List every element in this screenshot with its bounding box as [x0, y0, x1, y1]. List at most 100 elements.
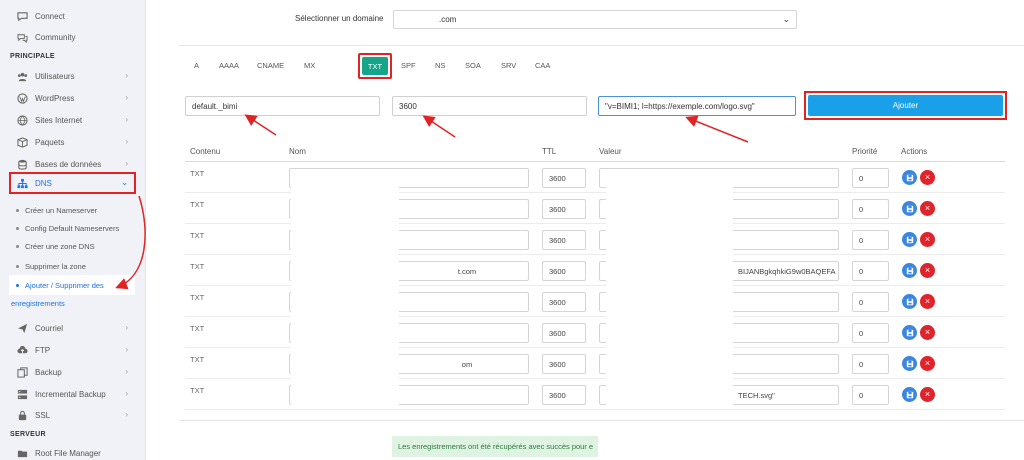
delete-icon[interactable]: × — [920, 263, 935, 278]
delete-icon[interactable]: × — [920, 294, 935, 309]
tab-ns[interactable]: NS — [435, 61, 445, 70]
sub-label: Ajouter / Supprimer des — [25, 281, 104, 290]
tab-srv[interactable]: SRV — [501, 61, 516, 70]
sidebar-item-ftp[interactable]: FTP › — [0, 341, 146, 359]
record-ttl-field[interactable]: 3600 — [542, 168, 586, 188]
tab-spf[interactable]: SPF — [401, 61, 416, 70]
sidebar-item-courriel[interactable]: Courriel › — [0, 319, 146, 337]
sidebar-item-connect[interactable]: Connect — [0, 7, 146, 25]
sidebar-item-label: Connect — [35, 11, 65, 21]
main-content: Sélectionner un domaine .com ⌄ A AAAA CN… — [147, 0, 1024, 460]
chevron-right-icon: › — [125, 93, 128, 102]
record-priority-field[interactable]: 0 — [852, 385, 889, 405]
sidebar-item-dns[interactable]: DNS ⌄ — [0, 174, 146, 192]
record-priority-field[interactable]: 0 — [852, 261, 889, 281]
sidebar-item-ssl[interactable]: SSL › — [0, 406, 146, 424]
sidebar-sub-create-nameserver[interactable]: Créer un Nameserver — [16, 206, 97, 215]
sidebar-item-databases[interactable]: Bases de données › — [0, 155, 146, 173]
chevron-right-icon: › — [125, 410, 128, 419]
record-ttl-field[interactable]: 3600 — [542, 292, 586, 312]
chevron-right-icon: › — [125, 389, 128, 398]
sidebar-item-label: DNS — [35, 178, 52, 188]
save-icon[interactable] — [902, 232, 917, 247]
save-icon[interactable] — [902, 356, 917, 371]
bullet-icon — [16, 284, 19, 287]
record-ttl-input[interactable]: 3600 — [392, 96, 587, 116]
record-priority-field[interactable]: 0 — [852, 292, 889, 312]
tab-txt[interactable]: TXT — [358, 53, 392, 79]
tab-aaaa[interactable]: AAAA — [219, 61, 239, 70]
bullet-icon — [16, 245, 19, 248]
record-ttl-field[interactable]: 3600 — [542, 261, 586, 281]
tab-txt-label: TXT — [362, 57, 388, 75]
header-contenu: Contenu — [190, 147, 221, 156]
record-type: TXT — [190, 231, 205, 240]
save-icon[interactable] — [902, 294, 917, 309]
sidebar-item-label: Sites Internet — [35, 115, 83, 125]
sidebar-item-utilisateurs[interactable]: Utilisateurs › — [0, 67, 146, 85]
chevron-down-icon: ⌄ — [121, 178, 128, 187]
sidebar-item-root-file-manager[interactable]: Root File Manager — [0, 444, 146, 460]
record-value-input[interactable]: "v=BIMI1; l=https://exemple.com/logo.svg… — [598, 96, 796, 116]
sub-label: Supprimer la zone — [25, 262, 86, 271]
domain-select-label: Sélectionner un domaine — [295, 14, 384, 23]
sub-label: Créer une zone DNS — [25, 242, 95, 251]
wordpress-icon — [16, 92, 28, 104]
save-icon[interactable] — [902, 387, 917, 402]
tab-caa[interactable]: CAA — [535, 61, 550, 70]
sidebar-item-label: Backup — [35, 367, 62, 377]
section-serveur: SERVEUR — [10, 431, 46, 438]
divider — [179, 420, 1024, 421]
add-record-button[interactable]: Ajouter — [808, 95, 1003, 116]
sidebar-sub-delete-zone[interactable]: Supprimer la zone — [16, 262, 86, 271]
delete-icon[interactable]: × — [920, 232, 935, 247]
save-icon[interactable] — [902, 263, 917, 278]
delete-icon[interactable]: × — [920, 387, 935, 402]
sidebar-sub-create-zone[interactable]: Créer une zone DNS — [16, 242, 95, 251]
record-priority-field[interactable]: 0 — [852, 199, 889, 219]
database-icon — [16, 158, 28, 170]
sidebar-sub-manage-records-cont[interactable]: enregistrements — [11, 299, 65, 308]
record-priority-field[interactable]: 0 — [852, 230, 889, 250]
record-ttl-field[interactable]: 3600 — [542, 354, 586, 374]
sidebar: Connect Community PRINCIPALE Utilisateur… — [0, 0, 146, 460]
cloud-upload-icon — [16, 344, 28, 356]
sidebar-item-paquets[interactable]: Paquets › — [0, 133, 146, 151]
sidebar-sub-manage-records[interactable]: Ajouter / Supprimer des — [16, 281, 104, 290]
header-ttl: TTL — [542, 147, 557, 156]
save-icon[interactable] — [902, 201, 917, 216]
save-icon[interactable] — [902, 170, 917, 185]
delete-icon[interactable]: × — [920, 356, 935, 371]
record-ttl-field[interactable]: 3600 — [542, 385, 586, 405]
sidebar-item-backup[interactable]: Backup › — [0, 363, 146, 381]
sidebar-sub-default-nameservers[interactable]: Config Default Nameservers — [16, 224, 119, 233]
chat-icon — [16, 10, 28, 22]
sub-label: enregistrements — [11, 299, 65, 308]
sidebar-item-incremental-backup[interactable]: Incremental Backup › — [0, 385, 146, 403]
record-priority-field[interactable]: 0 — [852, 323, 889, 343]
domain-select[interactable]: .com ⌄ — [393, 10, 797, 29]
sidebar-item-label: Incremental Backup — [35, 389, 106, 399]
redaction-block — [606, 170, 733, 406]
record-priority-field[interactable]: 0 — [852, 168, 889, 188]
sidebar-item-sites[interactable]: Sites Internet › — [0, 111, 146, 129]
sidebar-item-community[interactable]: Community — [0, 28, 146, 46]
tab-mx[interactable]: MX — [304, 61, 315, 70]
tab-cname[interactable]: CNAME — [257, 61, 284, 70]
record-ttl-field[interactable]: 3600 — [542, 199, 586, 219]
save-icon[interactable] — [902, 325, 917, 340]
delete-icon[interactable]: × — [920, 325, 935, 340]
record-name-input[interactable]: default._bimi — [185, 96, 380, 116]
record-priority-field[interactable]: 0 — [852, 354, 889, 374]
chevron-right-icon: › — [125, 71, 128, 80]
record-ttl-field[interactable]: 3600 — [542, 230, 586, 250]
tab-a[interactable]: A — [194, 61, 199, 70]
server-icon — [16, 388, 28, 400]
delete-icon[interactable]: × — [920, 170, 935, 185]
tab-soa[interactable]: SOA — [465, 61, 481, 70]
sidebar-item-label: FTP — [35, 345, 51, 355]
record-ttl-field[interactable]: 3600 — [542, 323, 586, 343]
delete-icon[interactable]: × — [920, 201, 935, 216]
record-type: TXT — [190, 293, 205, 302]
sidebar-item-wordpress[interactable]: WordPress › — [0, 89, 146, 107]
